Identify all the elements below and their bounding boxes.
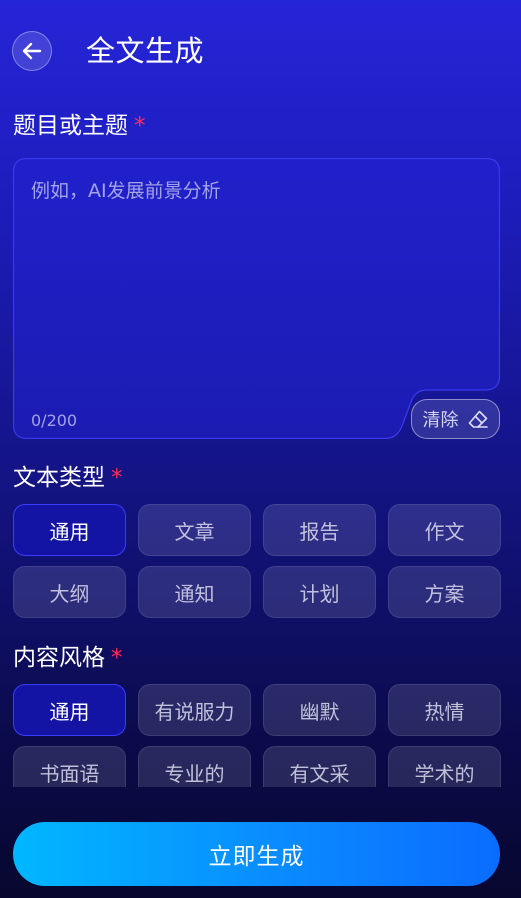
topic-placeholder: 例如，AI发展前景分析 bbox=[31, 180, 221, 202]
required-mark: * bbox=[111, 645, 123, 671]
style-chip-general[interactable]: 通用 bbox=[13, 684, 126, 736]
style-chip-professional[interactable]: 专业的 bbox=[138, 746, 251, 787]
content-style-label: 内容风格 * bbox=[13, 642, 123, 674]
topic-input[interactable]: 例如，AI发展前景分析 0/200 bbox=[13, 158, 500, 439]
text-type-label: 文本类型 * bbox=[13, 462, 123, 494]
topic-label: 题目或主题 * bbox=[13, 110, 146, 142]
text-type-chip-report[interactable]: 报告 bbox=[263, 504, 376, 556]
clear-button[interactable]: 清除 bbox=[411, 399, 500, 439]
topic-label-text: 题目或主题 bbox=[13, 113, 128, 139]
text-type-options: 通用 文章 报告 作文 大纲 通知 计划 方案 bbox=[13, 504, 501, 618]
clear-label: 清除 bbox=[422, 410, 459, 431]
text-type-chip-proposal[interactable]: 方案 bbox=[388, 566, 501, 618]
required-mark: * bbox=[134, 113, 146, 139]
style-chip-enthusiastic[interactable]: 热情 bbox=[388, 684, 501, 736]
style-chip-persuasive[interactable]: 有说服力 bbox=[138, 684, 251, 736]
text-type-chip-plan[interactable]: 计划 bbox=[263, 566, 376, 618]
content-style-options: 通用 有说服力 幽默 热情 书面语 专业的 有文采 学术的 bbox=[13, 684, 501, 787]
required-mark: * bbox=[111, 465, 123, 491]
header: 全文生成 bbox=[0, 0, 521, 104]
text-type-chip-notice[interactable]: 通知 bbox=[138, 566, 251, 618]
text-type-chip-outline[interactable]: 大纲 bbox=[13, 566, 126, 618]
style-chip-written[interactable]: 书面语 bbox=[13, 746, 126, 787]
back-button[interactable] bbox=[12, 31, 52, 71]
arrow-left-icon bbox=[22, 42, 42, 60]
style-chip-humorous[interactable]: 幽默 bbox=[263, 684, 376, 736]
text-type-chip-article[interactable]: 文章 bbox=[138, 504, 251, 556]
text-type-chip-general[interactable]: 通用 bbox=[13, 504, 126, 556]
content-style-scroll-area[interactable]: 通用 有说服力 幽默 热情 书面语 专业的 有文采 学术的 bbox=[0, 684, 521, 787]
text-type-chip-essay[interactable]: 作文 bbox=[388, 504, 501, 556]
style-chip-academic[interactable]: 学术的 bbox=[388, 746, 501, 787]
page-title: 全文生成 bbox=[86, 34, 205, 68]
eraser-icon bbox=[468, 410, 488, 428]
char-counter: 0/200 bbox=[31, 411, 78, 430]
style-chip-literary[interactable]: 有文采 bbox=[263, 746, 376, 787]
generate-button[interactable]: 立即生成 bbox=[13, 822, 500, 886]
content-style-label-text: 内容风格 bbox=[13, 645, 105, 671]
text-type-label-text: 文本类型 bbox=[13, 465, 105, 491]
